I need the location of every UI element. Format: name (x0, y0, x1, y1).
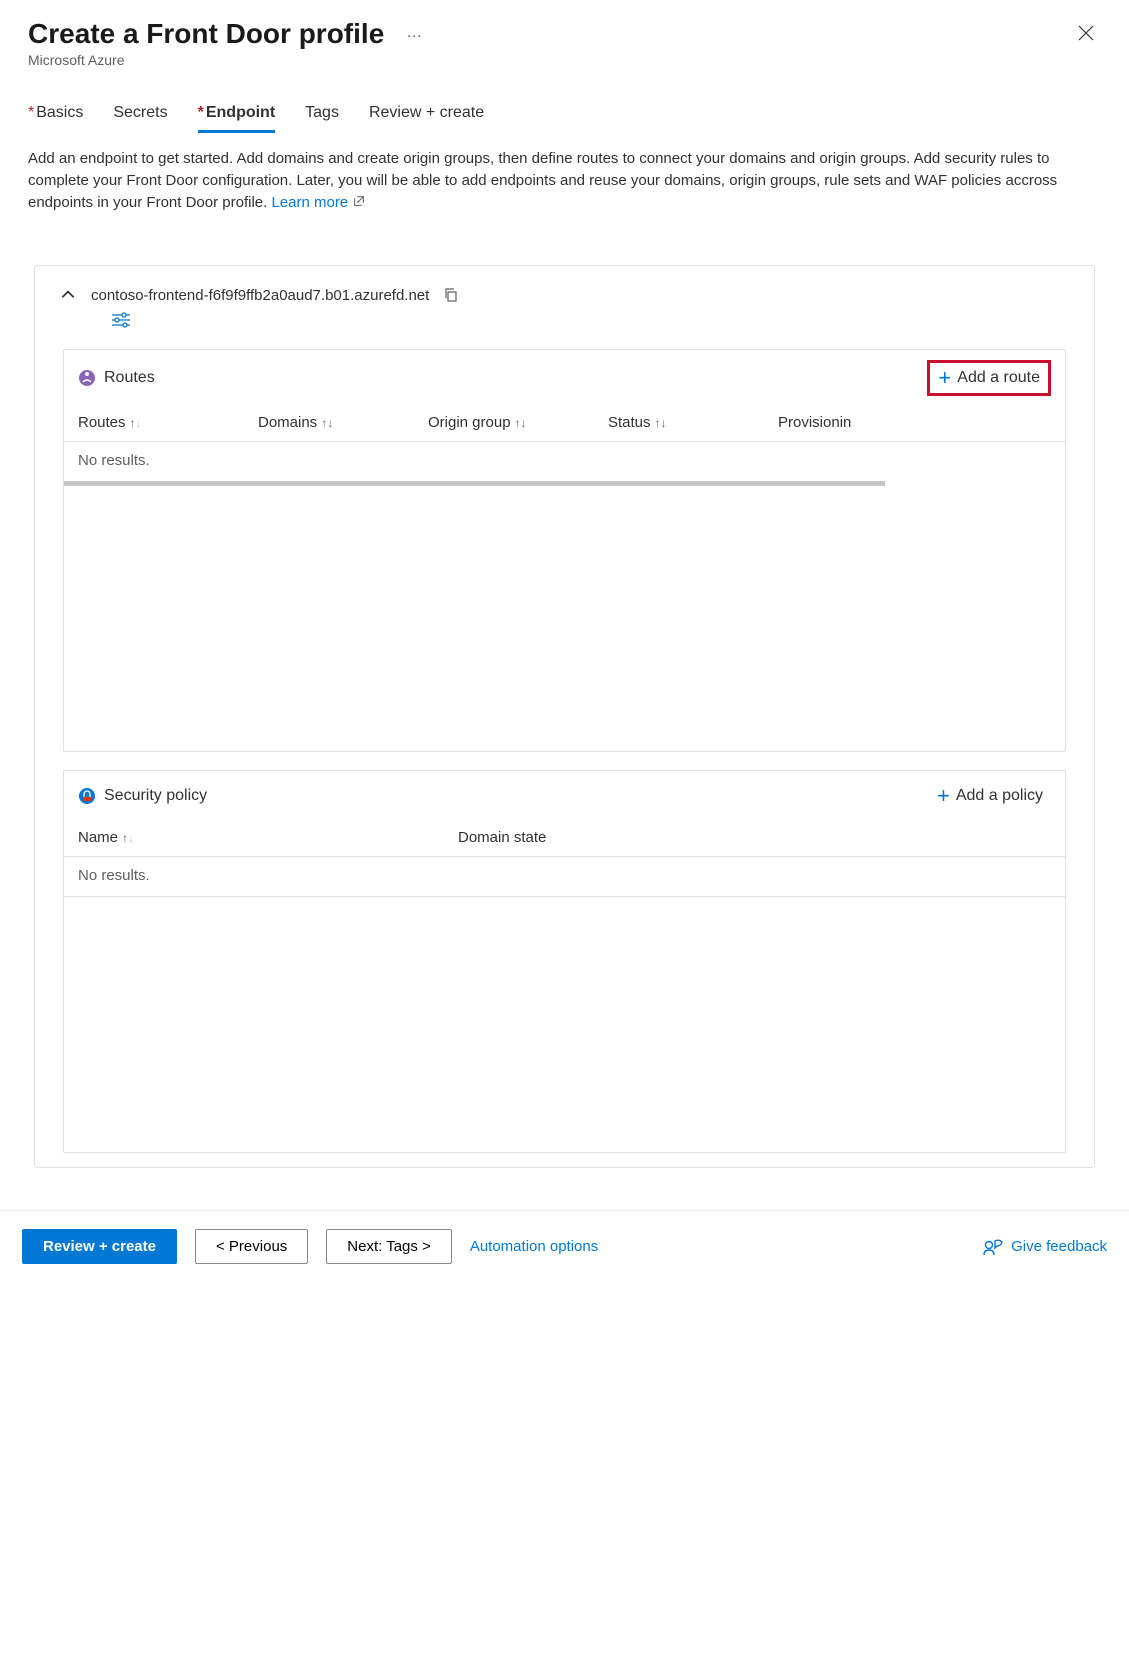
tab-review-create[interactable]: Review + create (369, 104, 484, 132)
close-button[interactable] (1071, 18, 1101, 52)
tab-label: Endpoint (206, 104, 275, 121)
column-header-origin-group[interactable]: Origin group↑↓ (428, 414, 608, 431)
settings-sliders-icon[interactable] (111, 312, 131, 328)
more-actions-icon[interactable]: … (406, 24, 423, 41)
required-asterisk-icon: * (198, 104, 204, 121)
close-icon (1077, 24, 1095, 42)
tab-tags[interactable]: Tags (305, 104, 339, 132)
routes-title: Routes (104, 369, 155, 387)
tab-endpoint[interactable]: *Endpoint (198, 104, 276, 132)
learn-more-link[interactable]: Learn more (271, 194, 366, 211)
tab-label: Review + create (369, 104, 484, 121)
routes-icon (78, 369, 96, 387)
endpoint-domain-text: contoso-frontend-f6f9f9ffb2a0aud7.b01.az… (91, 287, 429, 304)
add-policy-label: Add a policy (956, 787, 1043, 805)
column-header-domains[interactable]: Domains↑↓ (258, 414, 428, 431)
tab-basics[interactable]: *Basics (28, 104, 83, 132)
chevron-up-icon[interactable] (59, 286, 77, 304)
security-empty-text: No results. (64, 857, 1065, 896)
routes-empty-text: No results. (64, 442, 1065, 481)
security-policy-panel: Security policy + Add a policy Name↑↓ Do… (63, 770, 1066, 1153)
feedback-icon (983, 1238, 1003, 1256)
next-button[interactable]: Next: Tags > (326, 1229, 452, 1264)
column-header-status[interactable]: Status↑↓ (608, 414, 778, 431)
sort-icon: ↑↓ (122, 831, 134, 845)
add-route-label: Add a route (957, 369, 1040, 387)
sort-icon: ↑↓ (130, 416, 142, 430)
plus-icon: + (938, 367, 951, 389)
plus-icon: + (937, 785, 950, 807)
tab-label: Basics (36, 104, 83, 121)
sort-icon: ↑↓ (515, 416, 527, 430)
endpoint-card: contoso-frontend-f6f9f9ffb2a0aud7.b01.az… (34, 265, 1095, 1168)
routes-panel: Routes + Add a route Routes↑↓ Domains↑↓ … (63, 349, 1066, 752)
tab-label: Tags (305, 104, 339, 121)
add-route-button[interactable]: + Add a route (927, 360, 1051, 396)
tab-label: Secrets (113, 104, 167, 121)
page-title: Create a Front Door profile (28, 18, 384, 50)
sort-icon: ↑↓ (321, 416, 333, 430)
description-text: Add an endpoint to get started. Add doma… (0, 132, 1129, 213)
sort-icon: ↑↓ (655, 416, 667, 430)
security-title: Security policy (104, 787, 207, 805)
column-header-name[interactable]: Name↑↓ (78, 829, 458, 846)
column-header-provisioning[interactable]: Provisionin (778, 414, 851, 431)
tab-secrets[interactable]: Secrets (113, 104, 167, 132)
security-policy-icon (78, 787, 96, 805)
automation-options-link[interactable]: Automation options (470, 1238, 598, 1255)
give-feedback-link[interactable]: Give feedback (983, 1238, 1107, 1256)
add-policy-button[interactable]: + Add a policy (929, 781, 1051, 811)
external-link-icon (352, 194, 366, 208)
description-body: Add an endpoint to get started. Add doma… (28, 150, 1057, 211)
column-header-domain-state[interactable]: Domain state (458, 829, 546, 846)
previous-button[interactable]: < Previous (195, 1229, 308, 1264)
column-header-routes[interactable]: Routes↑↓ (78, 414, 258, 431)
copy-icon[interactable] (443, 287, 459, 303)
page-subtitle: Microsoft Azure (28, 52, 423, 68)
required-asterisk-icon: * (28, 104, 34, 121)
review-create-button[interactable]: Review + create (22, 1229, 177, 1264)
